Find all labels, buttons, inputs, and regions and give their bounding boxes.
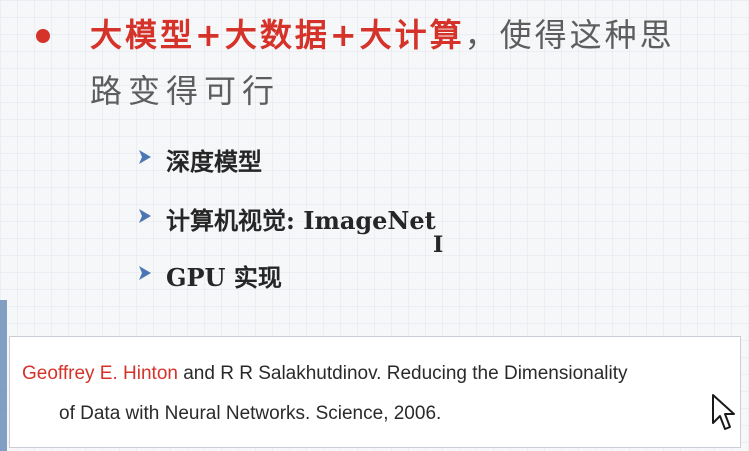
bullet-highlight-text: 大模型+大数据+大计算	[90, 16, 465, 54]
sub-item-deep-model: 深度模型	[136, 139, 262, 179]
reference-box: Geoffrey E. Hinton and R R Salakhutdinov…	[9, 336, 741, 448]
sub-item-gpu: GPU 实现	[136, 255, 282, 295]
arrow-right-icon	[136, 263, 158, 287]
bullet-dot-icon	[36, 29, 50, 43]
text-cursor-icon: I	[433, 232, 444, 258]
sub-item-computer-vision: 计算机视觉: ImageNet	[136, 198, 436, 238]
bullet-rest-text: ，使得这种思	[464, 16, 675, 54]
arrow-right-icon	[136, 206, 158, 230]
reference-line-1-rest: and R R Salakhutdinov. Reducing the Dime…	[177, 363, 628, 384]
sub-item-label: 深度模型	[166, 146, 262, 176]
arrow-right-icon	[136, 147, 158, 171]
mouse-pointer-icon	[711, 393, 737, 437]
reference-author: Geoffrey E. Hinton	[22, 363, 178, 384]
left-accent-stripe	[0, 300, 7, 451]
sub-item-label: GPU 实现	[166, 262, 282, 292]
sub-item-label: 计算机视觉: ImageNet	[166, 205, 436, 235]
reference-line-2: of Data with Neural Networks. Science, 2…	[59, 403, 442, 424]
bullet-continuation-text: 路变得可行	[90, 72, 281, 110]
main-bullet-text: 大模型+大数据+大计算，使得这种思	[90, 11, 675, 59]
reference-line-1: Geoffrey E. Hinton and R R Salakhutdinov…	[22, 363, 628, 385]
